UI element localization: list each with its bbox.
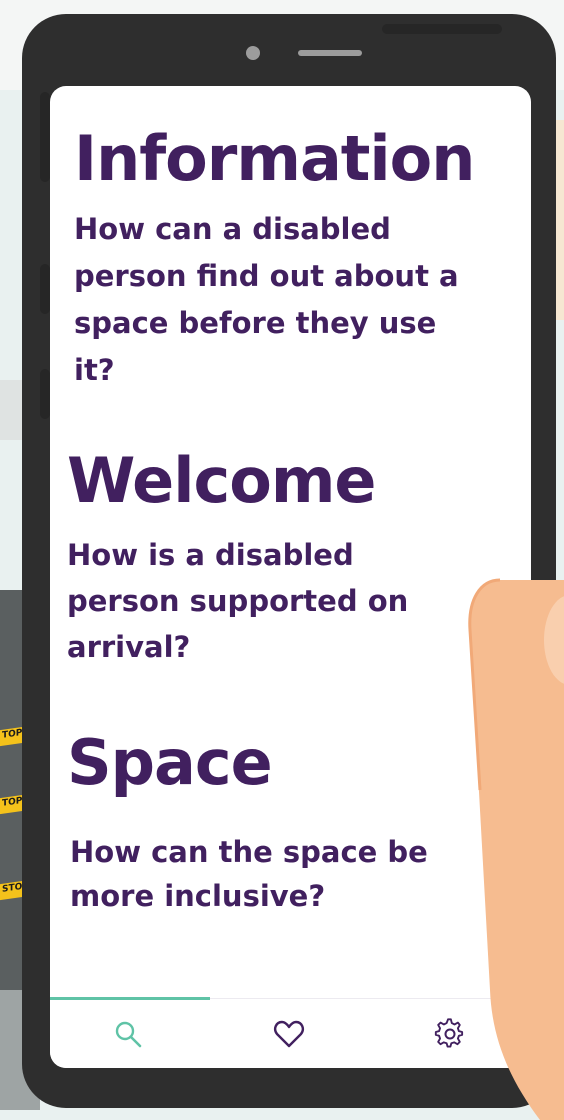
- phone-side-button: [40, 92, 50, 182]
- heart-icon: [274, 1020, 304, 1048]
- section-question-welcome[interactable]: How is a disabled person supported on ar…: [67, 532, 467, 670]
- nav-search-button[interactable]: [98, 1011, 158, 1057]
- section-question-information[interactable]: How can a disabled person find out about…: [74, 206, 474, 394]
- phone-top-button: [382, 24, 502, 34]
- phone-volume-up-button: [40, 264, 50, 314]
- section-title-space[interactable]: Space: [67, 726, 273, 799]
- section-title-information[interactable]: Information: [74, 122, 475, 195]
- active-tab-indicator: [50, 997, 210, 1000]
- earpiece-speaker: [298, 50, 362, 56]
- section-title-welcome[interactable]: Welcome: [67, 444, 376, 517]
- phone-volume-down-button: [40, 369, 50, 419]
- hand-illustration: [460, 560, 564, 1120]
- hand-shape: [468, 578, 564, 1120]
- search-icon: [115, 1021, 142, 1048]
- phone-screen: Information How can a disabled person fi…: [50, 86, 531, 1068]
- nav-favourites-button[interactable]: [259, 1011, 319, 1057]
- front-camera: [246, 46, 260, 60]
- section-question-space[interactable]: How can the space be more inclusive?: [70, 830, 470, 918]
- bottom-navigation: [50, 997, 531, 1068]
